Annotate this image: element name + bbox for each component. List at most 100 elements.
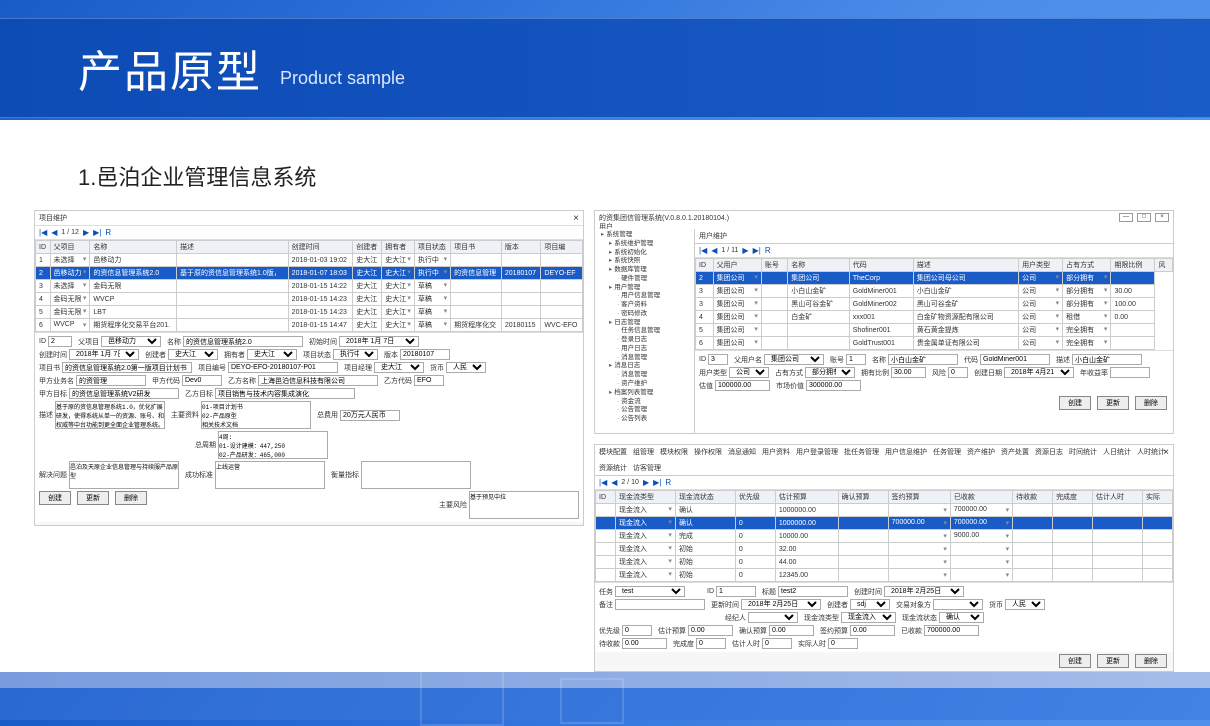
table-row[interactable]: 现金流入▾初始044.00▾▾ <box>596 556 1173 569</box>
创建者-select[interactable]: sdj <box>850 599 890 610</box>
经纪人-select[interactable] <box>748 612 798 623</box>
table-row[interactable]: 现金流入▾确认1000000.00▾700000.00▾ <box>596 504 1173 517</box>
col-header[interactable]: 拥有者 <box>382 241 415 254</box>
tree-node[interactable]: ▸消息日志 <box>597 362 692 371</box>
update-button[interactable]: 更新 <box>1097 654 1129 668</box>
tree-node[interactable]: ·登录日志 <box>597 336 692 345</box>
col-header[interactable]: 签约预算 <box>888 491 950 504</box>
tree-node[interactable]: ·公告管理 <box>597 406 692 415</box>
col-header[interactable]: 确认预算 <box>838 491 888 504</box>
col-header[interactable]: 项目编 <box>541 241 583 254</box>
maximize-icon[interactable]: □ <box>1137 213 1151 222</box>
col-header[interactable]: 期限比例 <box>1111 259 1155 272</box>
menu-item[interactable]: 用户资料 <box>762 447 790 457</box>
pager-refresh-icon[interactable]: R <box>665 478 671 487</box>
col-header[interactable]: 代码 <box>849 259 913 272</box>
col-header[interactable]: 估计人时 <box>1093 491 1143 504</box>
col-header[interactable]: 现金流状态 <box>675 491 735 504</box>
col-header[interactable]: 账号 <box>761 259 787 272</box>
pager-prev-icon[interactable]: ◀ <box>711 246 717 255</box>
menu-item[interactable]: 模块权限 <box>660 447 688 457</box>
账号-input[interactable] <box>846 354 866 365</box>
估值-input[interactable] <box>715 380 770 391</box>
项目经理-select[interactable]: 史大江 <box>374 362 424 373</box>
更新时间-select[interactable]: 2018年 2月25日 <box>741 599 821 610</box>
乙方名称-input[interactable] <box>258 375 378 386</box>
table-row[interactable]: 4金码无限▾WVCP2018-01-15 14:23史大江史大江▾草稿▾ <box>36 293 583 306</box>
ID-input[interactable] <box>708 354 728 365</box>
table-row[interactable]: 现金流入▾确认01000000.00700000.00▾700000.00▾ <box>596 517 1173 530</box>
table-row[interactable]: 现金流入▾初始012345.00▾▾ <box>596 569 1173 582</box>
总费用-input[interactable] <box>340 410 400 421</box>
close-icon[interactable]: × <box>1155 213 1169 222</box>
delete-button[interactable]: 删除 <box>1135 396 1167 410</box>
衡量指标-input[interactable] <box>361 461 471 489</box>
col-header[interactable]: 完成度 <box>1053 491 1093 504</box>
minimize-icon[interactable]: — <box>1119 213 1133 222</box>
描述-input[interactable] <box>1072 354 1142 365</box>
估计预算-input[interactable] <box>688 625 733 636</box>
创建者-select[interactable]: 史大江 <box>168 349 218 360</box>
现金流状态-select[interactable]: 确认 <box>939 612 984 623</box>
甲方代码-input[interactable] <box>182 375 222 386</box>
col-header[interactable]: ID <box>36 241 51 254</box>
menu-item[interactable]: 资产维护 <box>967 447 995 457</box>
col-header[interactable]: 父项目 <box>50 241 90 254</box>
tree-node[interactable]: ·任务信息管理 <box>597 327 692 336</box>
col-header[interactable]: 描述 <box>913 259 1018 272</box>
ID-input[interactable] <box>48 336 72 347</box>
tree-node[interactable]: ▸档案列表管理 <box>597 389 692 398</box>
col-header[interactable]: ID <box>596 491 616 504</box>
col-header[interactable]: 估计预算 <box>775 491 838 504</box>
menu-item[interactable]: 组管理 <box>633 447 654 457</box>
user-table[interactable]: ID父用户账号名称代码描述用户类型占有方式期限比例风2集团公司▾集团公司TheC… <box>695 258 1173 350</box>
货币-select[interactable]: 人民 <box>1005 599 1045 610</box>
create-button[interactable]: 创建 <box>1059 396 1091 410</box>
delete-button[interactable]: 删除 <box>115 491 147 505</box>
估计人时-input[interactable] <box>762 638 792 649</box>
col-header[interactable]: 创建者 <box>353 241 382 254</box>
col-header[interactable]: 描述 <box>177 241 289 254</box>
市场价值-input[interactable] <box>806 380 861 391</box>
年收益率-input[interactable] <box>1110 367 1150 378</box>
货币-select[interactable]: 人民币 <box>446 362 486 373</box>
tree-node[interactable]: ▸系统初始化 <box>597 249 692 258</box>
col-header[interactable]: ID <box>696 259 714 272</box>
甲方业务名-input[interactable] <box>76 375 146 386</box>
确认预算-input[interactable] <box>769 625 814 636</box>
pager-next-icon[interactable]: ▶ <box>83 228 89 237</box>
table-row[interactable]: 5金码无限▾LBT2018-01-15 14:23史大江史大江▾草稿▾ <box>36 306 583 319</box>
menu-item[interactable]: 时间统计 <box>1069 447 1097 457</box>
版本-input[interactable] <box>400 349 450 360</box>
pager-last-icon[interactable]: ▶| <box>753 246 761 255</box>
menu-item[interactable]: 操作权限 <box>694 447 722 457</box>
tree-node[interactable]: ·硬件管理 <box>597 275 692 284</box>
col-header[interactable]: 版本 <box>501 241 541 254</box>
table-row[interactable]: 3未选择▾金码无限2018-01-15 14:22史大江史大江▾草稿▾ <box>36 280 583 293</box>
col-header[interactable]: 实际 <box>1142 491 1172 504</box>
menu-item[interactable]: 人日统计 <box>1103 447 1131 457</box>
备注-input[interactable] <box>615 599 705 610</box>
pager-first-icon[interactable]: |◀ <box>599 478 607 487</box>
col-header[interactable]: 优先级 <box>735 491 775 504</box>
menu-item[interactable]: 访客管理 <box>633 463 661 473</box>
优先级-input[interactable] <box>622 625 652 636</box>
交易对象方-select[interactable] <box>933 599 983 610</box>
项目编号-input[interactable] <box>228 362 338 373</box>
pager-refresh-icon[interactable]: R <box>105 228 111 237</box>
menu-item[interactable]: 用户信息维护 <box>885 447 927 457</box>
代码-input[interactable] <box>980 354 1050 365</box>
pager-refresh-icon[interactable]: R <box>765 246 771 255</box>
tree-node[interactable]: ·资产维护 <box>597 380 692 389</box>
tree-node[interactable]: ▸数据库管理 <box>597 266 692 275</box>
完成度-input[interactable] <box>696 638 726 649</box>
名称-input[interactable] <box>183 336 303 347</box>
col-header[interactable]: 项目书 <box>451 241 502 254</box>
project-table[interactable]: ID父项目名称描述创建时间创建者拥有者项目状态项目书版本项目编1未选择▾邑移动力… <box>35 240 583 332</box>
cashflow-table[interactable]: ID现金流类型现金流状态优先级估计预算确认预算签约预算已收款待收款完成度估计人时… <box>595 490 1173 582</box>
close-icon[interactable]: × <box>573 213 579 224</box>
签约预算-input[interactable] <box>850 625 895 636</box>
col-header[interactable]: 待收款 <box>1013 491 1053 504</box>
现金流类型-select[interactable]: 现金流入 <box>841 612 896 623</box>
table-row[interactable]: 2邑移动力▾的资信息管理系统2.0基于原的资信息管理系统1.0版，2018-01… <box>36 267 583 280</box>
